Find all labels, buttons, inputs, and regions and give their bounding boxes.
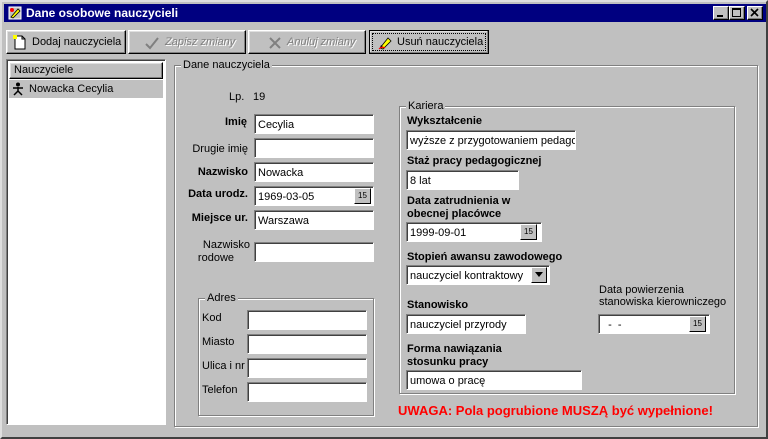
save-changes-button[interactable]: Zapisz zmiany (128, 30, 246, 54)
career-title: Kariera (406, 100, 446, 112)
required-fields-warning: UWAGA: Pola pogrubione MUSZĄ być wypełni… (398, 403, 713, 418)
city-field[interactable] (247, 334, 367, 354)
pen-icon (378, 37, 392, 50)
code-label: Kod (202, 312, 222, 324)
calendar-icon[interactable]: 15 (520, 224, 537, 240)
teacher-list-header[interactable]: Nauczyciele (9, 62, 163, 79)
birth-date-label: Data urodz. (188, 188, 248, 200)
employment-date-value: 1999-09-01 (410, 227, 467, 239)
relation-label-line2: stosunku pracy (407, 356, 489, 368)
address-title: Adres (205, 292, 238, 304)
promotion-dropdown-button[interactable] (531, 267, 547, 283)
cross-icon (269, 37, 281, 49)
mgmt-date-label-line1: Data powierzenia (599, 284, 684, 296)
add-teacher-button[interactable]: Dodaj nauczyciela (6, 30, 126, 54)
seniority-field[interactable]: 8 lat (406, 170, 519, 190)
employment-date-label-line2: obecnej placówce (407, 208, 502, 220)
minimize-icon (717, 15, 723, 17)
birth-place-label: Miejsce ur. (191, 212, 248, 224)
minimize-button[interactable] (713, 6, 729, 20)
position-label: Stanowisko (407, 299, 469, 311)
lp-label: Lp. (229, 91, 245, 103)
phone-label: Telefon (202, 384, 238, 396)
phone-field[interactable] (247, 382, 367, 402)
cancel-changes-label: Anuluj zmiany (287, 36, 356, 48)
close-button[interactable] (747, 6, 763, 20)
maximize-button[interactable] (729, 6, 745, 20)
delete-teacher-button[interactable]: Usuń nauczyciela (369, 30, 489, 54)
maiden-name-field[interactable] (254, 242, 374, 262)
maiden-name-label-line1: Nazwisko (202, 239, 250, 251)
education-field[interactable]: wyższe z przygotowaniem pedago (406, 130, 576, 150)
promotion-value: nauczyciel kontraktowy (410, 270, 524, 282)
first-name-label: Imię (225, 116, 248, 128)
person-icon (13, 82, 23, 96)
birth-date-field[interactable]: 1969-03-05 15 (254, 186, 374, 206)
mgmt-date-value: - - (602, 319, 622, 331)
title-bar[interactable]: Dane osobowe nauczycieli (4, 4, 766, 22)
relation-label-line1: Forma nawiązania (407, 343, 502, 355)
first-name-field[interactable]: Cecylia (254, 114, 374, 134)
city-label: Miasto (202, 336, 235, 348)
street-label: Ulica i nr (202, 360, 245, 372)
surname-label: Nazwisko (197, 166, 248, 178)
delete-teacher-label: Usuń nauczyciela (397, 36, 484, 48)
birth-date-value: 1969-03-05 (258, 191, 315, 203)
second-name-field[interactable] (254, 138, 374, 158)
mgmt-date-field[interactable]: - - 15 (598, 314, 710, 334)
promotion-select[interactable]: nauczyciel kontraktowy (406, 265, 550, 285)
maiden-name-label-line2: rodowe (197, 252, 234, 264)
teacher-details-title: Dane nauczyciela (181, 59, 272, 71)
teacher-app-icon (7, 5, 23, 21)
teacher-list[interactable]: Nauczyciele Nowacka Cecylia (6, 59, 166, 425)
birth-place-field[interactable]: Warszawa (254, 210, 374, 230)
street-field[interactable] (247, 358, 367, 378)
close-icon (750, 8, 759, 17)
second-name-label: Drugie imię (192, 143, 248, 155)
position-field[interactable]: nauczyciel przyrody (406, 314, 526, 334)
calendar-icon[interactable]: 15 (354, 188, 371, 204)
code-field[interactable] (247, 310, 367, 330)
maximize-icon (732, 8, 741, 17)
promotion-label: Stopień awansu zawodowego (407, 251, 563, 263)
add-teacher-label: Dodaj nauczyciela (32, 36, 122, 48)
new-document-icon (13, 35, 26, 50)
save-changes-label: Zapisz zmiany (165, 36, 236, 48)
mgmt-date-label-line2: stanowiska kierowniczego (599, 296, 727, 308)
cancel-changes-button[interactable]: Anuluj zmiany (248, 30, 366, 54)
education-label: Wykształcenie (407, 115, 483, 127)
list-item[interactable]: Nowacka Cecylia (9, 80, 163, 98)
lp-value: 19 (253, 91, 266, 103)
relation-field[interactable]: umowa o pracę (406, 370, 582, 390)
window-title: Dane osobowe nauczycieli (26, 6, 179, 20)
calendar-icon[interactable]: 15 (689, 316, 706, 332)
main-window: Dane osobowe nauczycieli Dodaj nauczycie… (0, 0, 768, 439)
teacher-name: Nowacka Cecylia (29, 83, 114, 95)
chevron-down-icon (535, 272, 543, 277)
surname-field[interactable]: Nowacka (254, 162, 374, 182)
employment-date-field[interactable]: 1999-09-01 15 (406, 222, 542, 242)
employment-date-label-line1: Data zatrudnienia w (407, 195, 511, 207)
seniority-label: Staż pracy pedagogicznej (407, 155, 542, 167)
checkmark-icon (145, 37, 159, 50)
teacher-list-header-label: Nauczyciele (14, 64, 74, 76)
